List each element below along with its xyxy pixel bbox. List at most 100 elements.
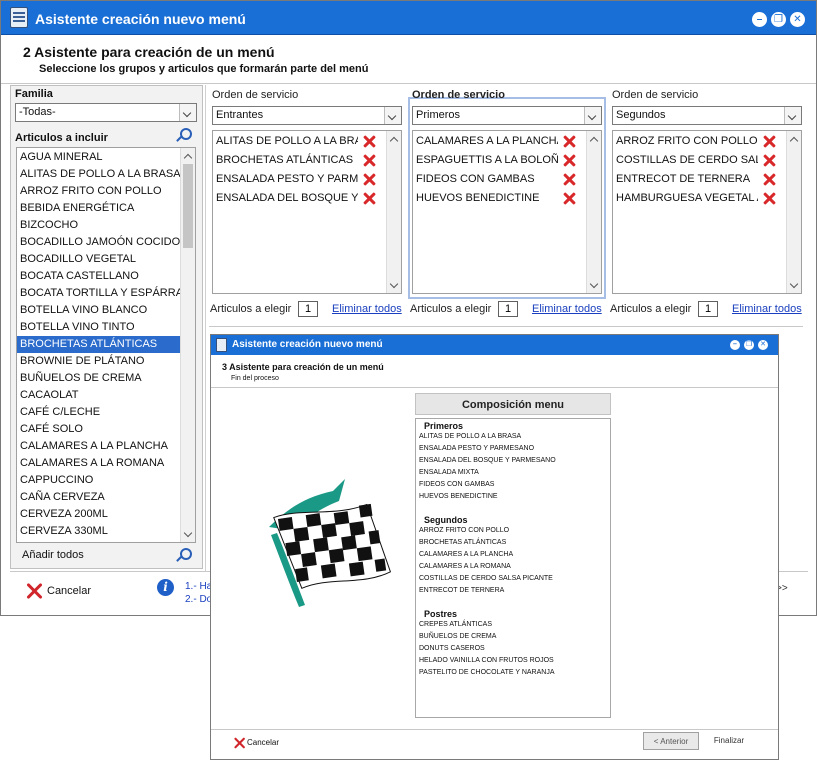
cancel-button[interactable]: Cancelar: [47, 585, 91, 597]
restore-button[interactable]: ❐: [771, 12, 786, 27]
remove-icon[interactable]: [563, 173, 576, 186]
chevron-down-icon[interactable]: [179, 104, 196, 121]
remove-icon[interactable]: [763, 173, 776, 186]
list-scrollbar[interactable]: [586, 131, 601, 293]
step-link-2[interactable]: 2.- Do: [185, 594, 212, 605]
article-list-item[interactable]: BROWNIE DE PLÁTANO: [17, 353, 182, 370]
articles-to-choose-input[interactable]: 1: [498, 301, 518, 317]
service-item[interactable]: COSTILLAS DE CERDO SALS: [616, 151, 784, 170]
list-scrollbar[interactable]: [786, 131, 801, 293]
article-list-item[interactable]: BOTELLA VINO TINTO: [17, 319, 182, 336]
scroll-down-icon[interactable]: [181, 527, 195, 541]
close-button[interactable]: ✕: [758, 340, 768, 350]
service-item[interactable]: FIDEOS CON GAMBAS: [416, 170, 584, 189]
article-list-item[interactable]: CERVEZA 330ML: [17, 523, 182, 540]
scroll-down-icon[interactable]: [387, 278, 401, 292]
article-list-item[interactable]: ARROZ FRITO CON POLLO: [17, 183, 182, 200]
service-order-select[interactable]: Entrantes: [212, 106, 402, 125]
service-order-select[interactable]: Primeros: [412, 106, 602, 125]
remove-icon[interactable]: [363, 135, 376, 148]
info-icon: i: [157, 579, 174, 596]
remove-icon[interactable]: [363, 192, 376, 205]
chevron-down-icon[interactable]: [384, 107, 401, 124]
article-list-item[interactable]: BOTELLA VINO BLANCO: [17, 302, 182, 319]
service-item[interactable]: ESPAGUETTIS A LA BOLOÑE: [416, 151, 584, 170]
article-list-item[interactable]: BIZCOCHO: [17, 217, 182, 234]
familia-select[interactable]: -Todas-: [15, 103, 197, 122]
article-list-item[interactable]: CALAMARES A LA PLANCHA: [17, 438, 182, 455]
article-list-item[interactable]: ALITAS DE POLLO A LA BRASA: [17, 166, 182, 183]
remove-all-link[interactable]: Eliminar todos: [332, 303, 402, 315]
chevron-down-icon[interactable]: [784, 107, 801, 124]
article-list-item[interactable]: BOCATA TORTILLA Y ESPÁRRAG: [17, 285, 182, 302]
scroll-up-icon[interactable]: [787, 132, 801, 146]
article-list-item[interactable]: CAÑA CERVEZA: [17, 489, 182, 506]
articles-list[interactable]: AGUA MINERAL ALITAS DE POLLO A LA BRASA AR…: [16, 147, 196, 543]
service-item[interactable]: CALAMARES A LA PLANCHA: [416, 132, 584, 151]
service-item[interactable]: ALITAS DE POLLO A LA BRA: [216, 132, 384, 151]
minimize-button[interactable]: –: [730, 340, 740, 350]
article-list-item[interactable]: CACAOLAT: [17, 387, 182, 404]
scroll-down-icon[interactable]: [787, 278, 801, 292]
service-item[interactable]: ARROZ FRITO CON POLLO: [616, 132, 784, 151]
remove-icon[interactable]: [563, 135, 576, 148]
scroll-up-icon[interactable]: [387, 132, 401, 146]
remove-icon[interactable]: [363, 154, 376, 167]
articles-scrollbar[interactable]: [180, 148, 195, 542]
search-icon[interactable]: [173, 546, 193, 564]
article-list-item[interactable]: CAFÉ SOLO: [17, 421, 182, 438]
articles-to-choose-input[interactable]: 1: [698, 301, 718, 317]
close-button[interactable]: ✕: [790, 12, 805, 27]
restore-button[interactable]: ❐: [744, 340, 754, 350]
minimize-button[interactable]: –: [752, 12, 767, 27]
scroll-up-icon[interactable]: [181, 149, 195, 163]
service-order-select[interactable]: Segundos: [612, 106, 802, 125]
search-icon[interactable]: [173, 126, 193, 144]
remove-all-link[interactable]: Eliminar todos: [532, 303, 602, 315]
scroll-thumb[interactable]: [183, 164, 193, 248]
article-list-item[interactable]: BROCHETAS ATLÁNTICAS: [17, 336, 182, 353]
cancel-icon[interactable]: [26, 582, 44, 600]
back-button[interactable]: < Anterior: [643, 732, 699, 750]
article-list-item[interactable]: CAFÉ C/LECHE: [17, 404, 182, 421]
article-list-item[interactable]: BOCADILLO JAMOÓN COCIDO: [17, 234, 182, 251]
service-items-list[interactable]: ARROZ FRITO CON POLLO COSTILLAS DE CERDO …: [612, 130, 802, 294]
article-list-item[interactable]: BUÑUELOS DE CREMA: [17, 370, 182, 387]
remove-icon[interactable]: [563, 154, 576, 167]
articles-label: Articulos a incluir: [15, 132, 108, 144]
chevron-down-icon[interactable]: [584, 107, 601, 124]
article-list-item[interactable]: BOCATA CASTELLANO: [17, 268, 182, 285]
remove-icon[interactable]: [763, 135, 776, 148]
service-item[interactable]: ENTRECOT DE TERNERA: [616, 170, 784, 189]
service-items-list[interactable]: ALITAS DE POLLO A LA BRA BROCHETAS ATLÁNT…: [212, 130, 402, 294]
list-scrollbar[interactable]: [386, 131, 401, 293]
service-item-label: ALITAS DE POLLO A LA BRA: [216, 135, 358, 147]
service-items-list[interactable]: CALAMARES A LA PLANCHA ESPAGUETTIS A LA B…: [412, 130, 602, 294]
service-item[interactable]: ENSALADA DEL BOSQUE Y I: [216, 189, 384, 208]
service-item[interactable]: HUEVOS BENEDICTINE: [416, 189, 584, 208]
step-link-1[interactable]: 1.- Ha: [185, 581, 212, 592]
service-item[interactable]: BROCHETAS ATLÁNTICAS: [216, 151, 384, 170]
article-list-item[interactable]: CALAMARES A LA ROMANA: [17, 455, 182, 472]
service-item[interactable]: ENSALADA PESTO Y PARME: [216, 170, 384, 189]
finish-button[interactable]: Finalizar: [707, 732, 751, 750]
article-list-item[interactable]: CERVEZA 200ML: [17, 506, 182, 523]
remove-icon[interactable]: [363, 173, 376, 186]
scroll-down-icon[interactable]: [587, 278, 601, 292]
articles-to-choose-input[interactable]: 1: [298, 301, 318, 317]
remove-icon[interactable]: [763, 154, 776, 167]
article-list-item[interactable]: BEBIDA ENERGÉTICA: [17, 200, 182, 217]
article-list-item[interactable]: CAPPUCCINO: [17, 472, 182, 489]
service-item[interactable]: HAMBURGUESA VEGETAL A: [616, 189, 784, 208]
article-list-item[interactable]: BOCADILLO VEGETAL: [17, 251, 182, 268]
remove-all-link[interactable]: Eliminar todos: [732, 303, 802, 315]
article-list-item[interactable]: AGUA MINERAL: [17, 149, 182, 166]
add-all-button[interactable]: Añadir todos: [16, 544, 92, 566]
remove-icon[interactable]: [563, 192, 576, 205]
service-item-label: COSTILLAS DE CERDO SALS: [616, 154, 758, 166]
cancel-button[interactable]: Cancelar: [247, 738, 279, 747]
scroll-up-icon[interactable]: [587, 132, 601, 146]
remove-icon[interactable]: [763, 192, 776, 205]
composition-item: CALAMARES A LA PLANCHA: [419, 551, 514, 558]
cancel-icon[interactable]: [234, 737, 247, 750]
